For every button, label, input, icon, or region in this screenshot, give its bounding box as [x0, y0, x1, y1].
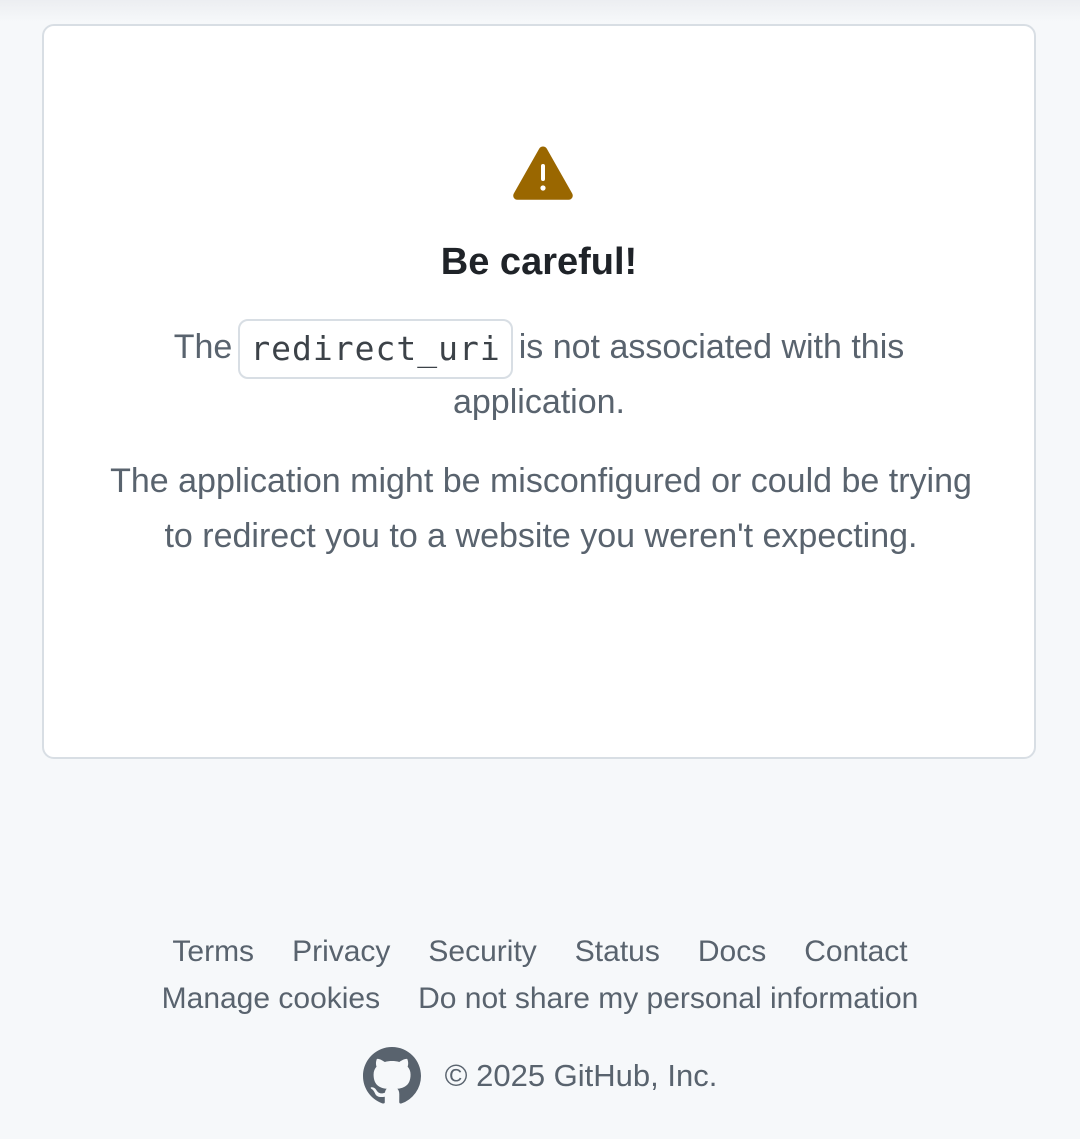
footer-link-contact[interactable]: Contact	[804, 935, 907, 968]
footer-links-row-2: Manage cookies Do not share my personal i…	[0, 975, 1080, 1023]
footer-link-do-not-share[interactable]: Do not share my personal information	[418, 982, 918, 1015]
warning-card: Be careful! The redirect_uri is not associ…	[42, 24, 1036, 759]
message-text-after: is not associated with this	[518, 328, 905, 366]
top-shade	[0, 0, 1080, 22]
footer-link-terms[interactable]: Terms	[172, 935, 254, 968]
copyright-text: © 2025 GitHub, Inc.	[444, 1058, 718, 1093]
message-text-before: The	[173, 328, 233, 366]
warning-explanation: The application might be misconfigured o…	[110, 462, 972, 555]
footer-link-status[interactable]: Status	[575, 935, 660, 968]
page-title: Be careful!	[440, 241, 638, 283]
alert-icon	[513, 146, 573, 200]
message-line-1: The redirect_uri is not associated with th…	[44, 319, 1034, 379]
footer-link-privacy[interactable]: Privacy	[292, 935, 390, 968]
footer-link-manage-cookies[interactable]: Manage cookies	[162, 982, 380, 1015]
github-mark-icon[interactable]	[362, 1047, 421, 1105]
redirect-uri-code: redirect_uri	[238, 319, 513, 379]
footer-link-docs[interactable]: Docs	[698, 935, 766, 968]
footer-links-row-1: Terms Privacy Security Status Docs Contact	[0, 928, 1080, 976]
message-line-2: application.	[452, 383, 625, 421]
footer-link-security[interactable]: Security	[428, 935, 536, 968]
footer-copyright-row: © 2025 GitHub, Inc.	[0, 1044, 1080, 1108]
